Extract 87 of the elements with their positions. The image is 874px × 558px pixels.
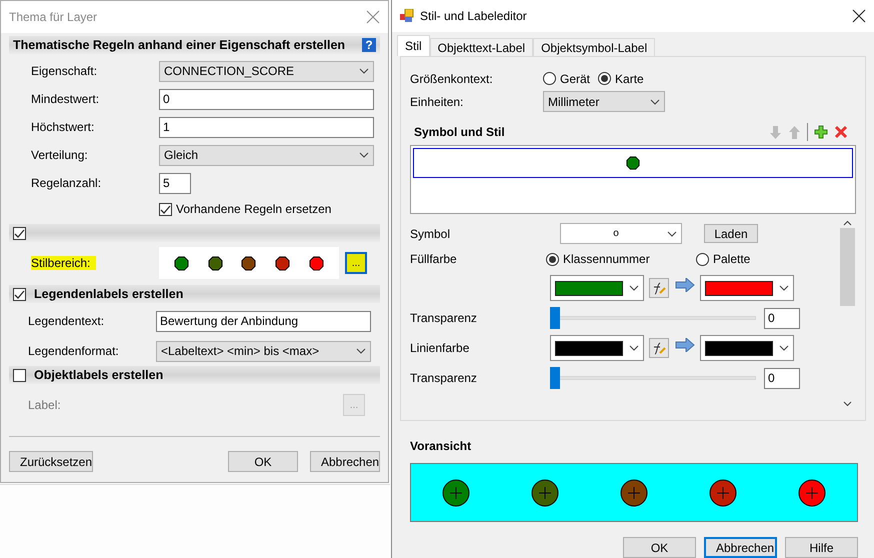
arrow-right-icon	[675, 278, 695, 292]
input-field[interactable]: 5	[159, 172, 191, 194]
dialog-button[interactable]: Hilfe	[785, 537, 858, 558]
chevron-down-icon	[650, 98, 660, 104]
radio-button[interactable]	[543, 72, 556, 85]
list-item[interactable]	[413, 148, 853, 178]
checkbox[interactable]	[13, 368, 26, 382]
slider-thumb[interactable]	[550, 367, 560, 389]
dialog-button[interactable]: OK	[623, 537, 696, 558]
color-dropdown[interactable]	[550, 275, 644, 301]
input-field[interactable]: 0	[764, 368, 800, 388]
dropdown[interactable]: <Labeltext> <min> bis <max>	[156, 340, 371, 362]
field-label: Verteilung:	[31, 148, 89, 162]
section-title: Voransicht	[410, 439, 472, 454]
section-header: Legendenlabels erstellen	[9, 285, 380, 303]
tab[interactable]: Stil	[397, 35, 430, 56]
plus-icon[interactable]	[814, 125, 828, 139]
chevron-down-icon	[779, 345, 789, 351]
close-icon[interactable]	[852, 9, 866, 23]
section-header: Thematische Regeln anhand einer Eigenschaft erstellen ?	[9, 36, 380, 54]
browse-button[interactable]: ...	[345, 252, 367, 274]
dialog-button[interactable]: Abbrechen	[704, 537, 777, 558]
dialog-button[interactable]: Zurücksetzen	[9, 451, 93, 472]
radio-label: Palette	[713, 252, 750, 266]
dialog-button[interactable]: Abbrechen	[310, 451, 380, 472]
input-field[interactable]: 0	[159, 88, 374, 110]
dropdown[interactable]: CONNECTION_SCORE	[159, 60, 374, 82]
section-header: Objektlabels erstellen	[9, 366, 380, 384]
field-label: Größenkontext:	[410, 72, 494, 86]
dropdown[interactable]: o	[560, 223, 682, 244]
field-label: Legendenformat:	[28, 344, 120, 358]
checkbox[interactable]	[159, 202, 172, 216]
color-dropdown[interactable]	[700, 275, 794, 301]
chevron-down-icon	[667, 230, 677, 236]
field-label: Einheiten:	[410, 94, 464, 108]
window-title: Stil- und Labeleditor	[420, 9, 528, 23]
chevron-down-icon	[359, 68, 369, 74]
radio-label: Klassennummer	[563, 252, 650, 266]
dialog-button[interactable]: OK	[228, 451, 298, 472]
field-label: Höchstwert:	[31, 120, 96, 134]
tab[interactable]: Objektsymbol-Label	[533, 38, 656, 56]
field-label: Eigenschaft:	[31, 64, 98, 78]
scroll-down-icon[interactable]	[843, 401, 852, 407]
style-range[interactable]	[159, 247, 339, 279]
chevron-down-icon	[629, 285, 639, 291]
chevron-down-icon	[356, 348, 366, 354]
chevron-down-icon	[629, 345, 639, 351]
input-field[interactable]: 1	[159, 116, 374, 138]
color-dropdown[interactable]	[550, 335, 644, 361]
section-title: Symbol und Stil	[414, 125, 505, 139]
app-icon	[400, 9, 414, 23]
input-field[interactable]: Bewertung der Anbindung	[156, 310, 371, 332]
field-label: Mindestwert:	[31, 92, 100, 106]
field-label: Legendentext:	[28, 314, 106, 328]
radio-button[interactable]	[696, 252, 709, 266]
scroll-up-icon[interactable]	[843, 220, 852, 226]
checkbox[interactable]	[13, 288, 26, 300]
input-field[interactable]: 0	[764, 308, 800, 328]
dropdown[interactable]: Gleich	[159, 144, 374, 166]
field-label: Symbol	[410, 226, 452, 240]
field-label: Linienfarbe	[410, 341, 470, 355]
function-button[interactable]	[649, 278, 669, 298]
dropdown[interactable]: Millimeter	[543, 91, 665, 112]
function-button[interactable]	[649, 338, 669, 358]
octagon-icon	[626, 156, 640, 170]
checkbox[interactable]	[13, 226, 26, 240]
radio-button[interactable]	[546, 252, 559, 266]
arrow-right-icon	[675, 338, 695, 352]
chevron-down-icon	[779, 285, 789, 291]
load-button[interactable]: Laden	[704, 224, 758, 243]
delete-icon[interactable]	[834, 125, 848, 139]
tab[interactable]: Objekttext-Label	[430, 38, 534, 56]
field-label: Stilbereich:	[31, 256, 96, 270]
radio-label: Gerät	[560, 72, 590, 86]
color-dropdown[interactable]	[700, 335, 794, 361]
field-label: Label:	[28, 398, 62, 412]
window-title: Thema für Layer	[9, 10, 98, 24]
slider-label: Transparenz	[410, 371, 478, 385]
checkbox-label: Vorhandene Regeln ersetzen	[176, 202, 332, 216]
slider-thumb[interactable]	[550, 307, 560, 329]
chevron-down-icon	[359, 152, 369, 158]
field-label: Füllfarbe	[410, 252, 458, 266]
slider-label: Transparenz	[410, 311, 478, 325]
radio-label: Karte	[615, 72, 644, 86]
radio-button[interactable]	[598, 72, 612, 85]
help-button[interactable]: ?	[362, 38, 376, 52]
field-label: Regelanzahl:	[31, 176, 102, 190]
